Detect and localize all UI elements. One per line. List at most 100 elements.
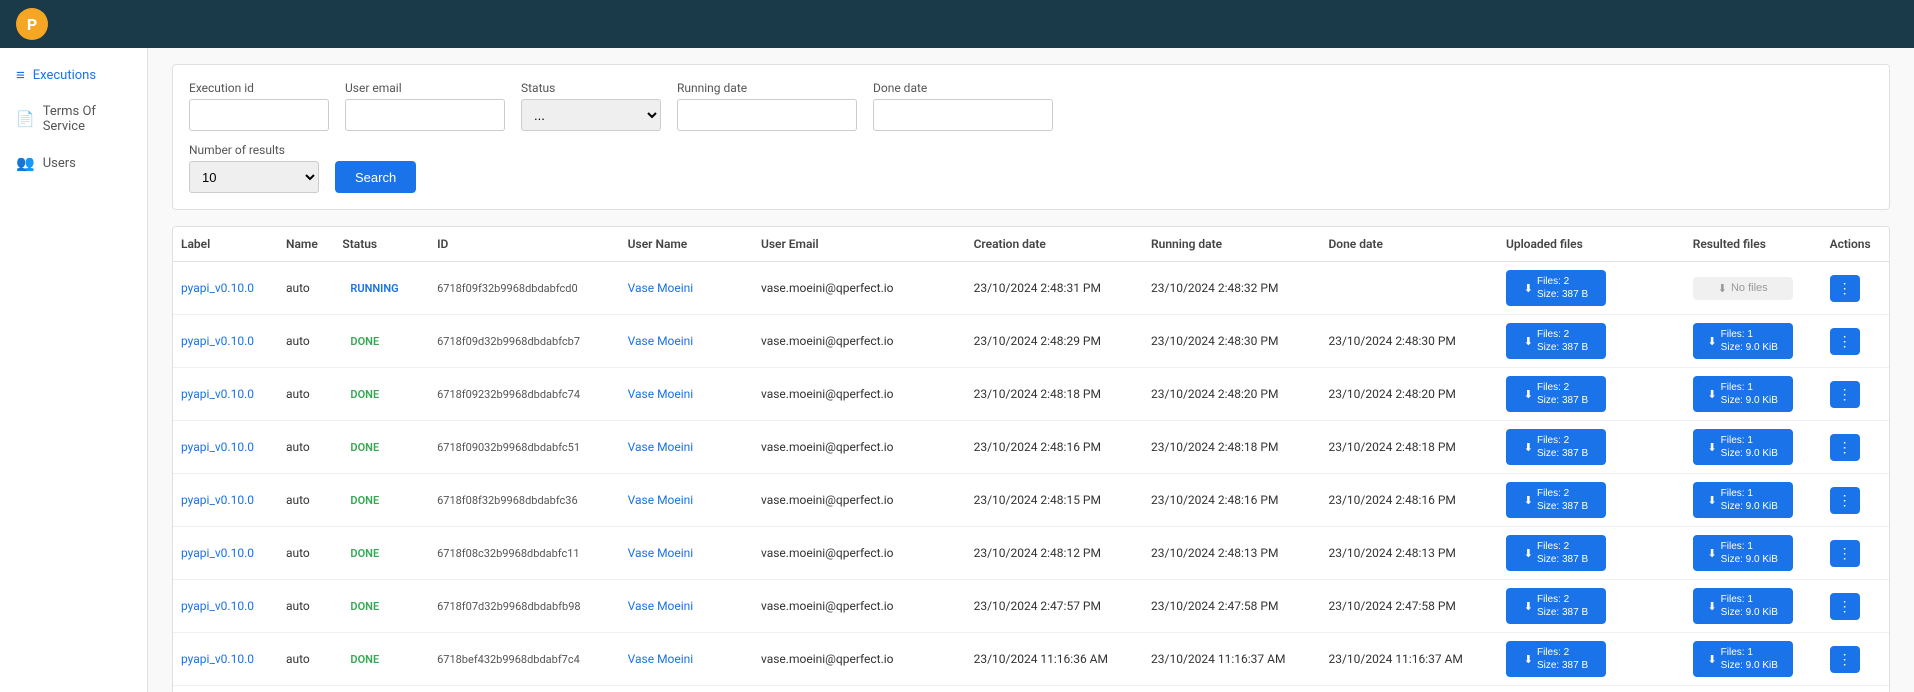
cell-uploaded-files: ⬇Files: 2Size: 387 B (1498, 315, 1685, 368)
cell-resulted-files: ⬇Files: 1Size: 9.0 KiB (1685, 368, 1822, 421)
running-date-input[interactable] (677, 99, 857, 131)
top-bar: P (0, 0, 1914, 48)
cell-label[interactable]: jlapi_0.14.0 (173, 686, 278, 692)
results-table: Label Name Status ID User Name User Emai… (173, 227, 1889, 692)
username-link[interactable]: Vase Moeini (628, 599, 694, 613)
resulted-files-btn[interactable]: ⬇Files: 1Size: 9.0 KiB (1693, 482, 1793, 518)
uploaded-files-btn[interactable]: ⬇Files: 2Size: 387 B (1506, 429, 1606, 465)
sidebar-item-terms[interactable]: 📄 Terms Of Service (0, 94, 147, 144)
execution-id-input[interactable] (189, 99, 329, 131)
resulted-files-btn[interactable]: ⬇Files: 1Size: 9.0 KiB (1693, 323, 1793, 359)
cell-label[interactable]: pyapi_v0.10.0 (173, 421, 278, 474)
cell-status: DONE (334, 633, 429, 686)
cell-username[interactable]: Vase Moeini (620, 262, 753, 315)
cell-running-date: 23/10/2024 2:48:13 PM (1143, 527, 1320, 580)
cell-actions: ⋮ (1822, 368, 1889, 421)
cell-label[interactable]: pyapi_v0.10.0 (173, 527, 278, 580)
cell-resulted-files: ⬇Files: 1Size: 9.0 KiB (1685, 580, 1822, 633)
cell-done-date (1320, 262, 1497, 315)
cell-done-date: 23/10/2024 2:48:13 PM (1320, 527, 1497, 580)
uploaded-files-btn[interactable]: ⬇Files: 2Size: 387 B (1506, 482, 1606, 518)
cell-username[interactable]: Vase Moeini (620, 368, 753, 421)
cell-username[interactable]: Vase Moeini (620, 633, 753, 686)
resulted-files-btn[interactable]: ⬇Files: 1Size: 9.0 KiB (1693, 588, 1793, 624)
uploaded-files-btn[interactable]: ⬇Files: 2Size: 387 B (1506, 270, 1606, 306)
done-date-group: Done date (873, 81, 1053, 131)
cell-actions: ⋮ (1822, 686, 1889, 692)
uploaded-files-btn[interactable]: ⬇Files: 2Size: 387 B (1506, 535, 1606, 571)
cell-username[interactable]: Vase Moeini (620, 527, 753, 580)
label-link[interactable]: pyapi_v0.10.0 (181, 281, 254, 295)
execution-id-label: Execution id (189, 81, 329, 95)
uploaded-files-btn[interactable]: ⬇Files: 2Size: 387 B (1506, 323, 1606, 359)
action-menu-btn[interactable]: ⋮ (1830, 434, 1860, 461)
table-row: pyapi_v0.10.0 auto DONE 6718f08c32b9968d… (173, 527, 1889, 580)
cell-name: auto (278, 421, 334, 474)
status-badge: DONE (342, 598, 387, 615)
resulted-files-btn[interactable]: ⬇Files: 1Size: 9.0 KiB (1693, 641, 1793, 677)
cell-username[interactable]: Vase Moeini (620, 580, 753, 633)
cell-name: auto (278, 633, 334, 686)
label-link[interactable]: pyapi_v0.10.0 (181, 334, 254, 348)
sidebar-item-executions[interactable]: ≡ Executions (0, 56, 147, 94)
username-link[interactable]: Vase Moeini (628, 493, 694, 507)
action-menu-btn[interactable]: ⋮ (1830, 540, 1860, 567)
username-link[interactable]: Vase Moeini (628, 334, 694, 348)
search-button[interactable]: Search (335, 161, 416, 193)
label-link[interactable]: pyapi_v0.10.0 (181, 493, 254, 507)
cell-label[interactable]: pyapi_v0.10.0 (173, 580, 278, 633)
uploaded-files-btn[interactable]: ⬇Files: 2Size: 387 B (1506, 641, 1606, 677)
status-label: Status (521, 81, 661, 95)
label-link[interactable]: pyapi_v0.10.0 (181, 599, 254, 613)
cell-label[interactable]: pyapi_v0.10.0 (173, 315, 278, 368)
cell-useremail: vase.moeini@qperfect.io (753, 421, 966, 474)
cell-username[interactable]: Vase Moeini (620, 686, 753, 692)
label-link[interactable]: pyapi_v0.10.0 (181, 546, 254, 560)
cell-label[interactable]: pyapi_v0.10.0 (173, 262, 278, 315)
cell-label[interactable]: pyapi_v0.10.0 (173, 368, 278, 421)
table-row: pyapi_v0.10.0 auto DONE 6718f08f32b9968d… (173, 474, 1889, 527)
cell-label[interactable]: pyapi_v0.10.0 (173, 633, 278, 686)
username-link[interactable]: Vase Moeini (628, 652, 694, 666)
cell-label[interactable]: pyapi_v0.10.0 (173, 474, 278, 527)
uploaded-files-btn[interactable]: ⬇Files: 2Size: 387 B (1506, 588, 1606, 624)
cell-uploaded-files: ⬇Files: 3Size: 393 B (1498, 686, 1685, 692)
number-of-results-label: Number of results (189, 143, 319, 157)
action-menu-btn[interactable]: ⋮ (1830, 381, 1860, 408)
action-menu-btn[interactable]: ⋮ (1830, 328, 1860, 355)
username-link[interactable]: Vase Moeini (628, 281, 694, 295)
action-menu-btn[interactable]: ⋮ (1830, 646, 1860, 673)
cell-creation-date: 23/10/2024 2:48:16 PM (966, 421, 1143, 474)
users-icon: 👥 (16, 154, 35, 172)
resulted-files-btn[interactable]: ⬇Files: 1Size: 9.0 KiB (1693, 376, 1793, 412)
cell-creation-date: 23/10/2024 2:48:29 PM (966, 315, 1143, 368)
action-menu-btn[interactable]: ⋮ (1830, 593, 1860, 620)
cell-username[interactable]: Vase Moeini (620, 315, 753, 368)
cell-name: auto (278, 368, 334, 421)
logo: P (16, 8, 48, 40)
done-date-input[interactable] (873, 99, 1053, 131)
status-badge: DONE (342, 386, 387, 403)
cell-id: 6718f09232b9968dbdabfc74 (429, 368, 620, 421)
label-link[interactable]: pyapi_v0.10.0 (181, 387, 254, 401)
cell-resulted-files: ⬇No files (1685, 686, 1822, 692)
sidebar-item-users[interactable]: 👥 Users (0, 144, 147, 182)
action-menu-btn[interactable]: ⋮ (1830, 487, 1860, 514)
username-link[interactable]: Vase Moeini (628, 440, 694, 454)
cell-username[interactable]: Vase Moeini (620, 474, 753, 527)
username-link[interactable]: Vase Moeini (628, 387, 694, 401)
uploaded-files-btn[interactable]: ⬇Files: 2Size: 387 B (1506, 376, 1606, 412)
resulted-files-btn[interactable]: ⬇Files: 1Size: 9.0 KiB (1693, 535, 1793, 571)
action-menu-btn[interactable]: ⋮ (1830, 275, 1860, 302)
resulted-files-btn[interactable]: ⬇Files: 1Size: 9.0 KiB (1693, 429, 1793, 465)
user-email-input[interactable] (345, 99, 505, 131)
number-of-results-select[interactable]: 10 25 50 100 (189, 161, 319, 193)
table-header: Label Name Status ID User Name User Emai… (173, 227, 1889, 262)
username-link[interactable]: Vase Moeini (628, 546, 694, 560)
status-select[interactable]: ... RUNNING DONE ERROR (521, 99, 661, 131)
label-link[interactable]: pyapi_v0.10.0 (181, 440, 254, 454)
cell-running-date: 23/10/2024 10:48:53 AM (1143, 686, 1320, 692)
cell-uploaded-files: ⬇Files: 2Size: 387 B (1498, 262, 1685, 315)
cell-username[interactable]: Vase Moeini (620, 421, 753, 474)
label-link[interactable]: pyapi_v0.10.0 (181, 652, 254, 666)
